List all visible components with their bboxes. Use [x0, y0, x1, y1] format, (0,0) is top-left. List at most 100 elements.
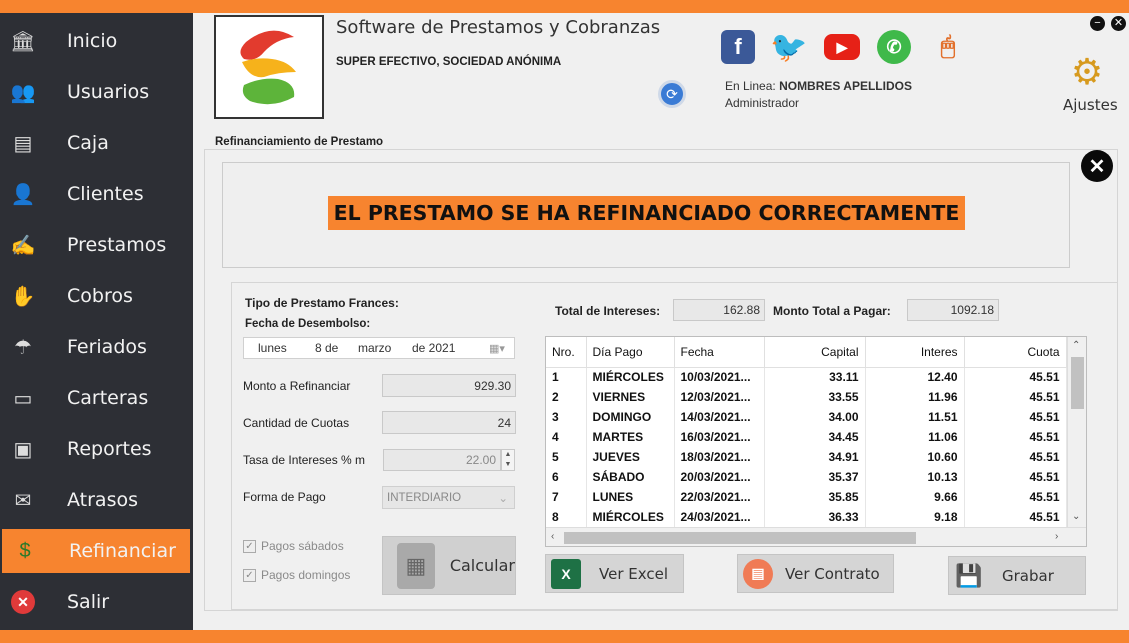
table-row[interactable]: 2 VIERNES 12/03/2021... 33.55 11.96 45.51: [546, 387, 1067, 407]
sidebar-item-cobros[interactable]: ✋ Cobros: [0, 274, 193, 318]
sidebar-item-label: Feriados: [67, 336, 147, 358]
clients-icon: 👤: [10, 183, 36, 206]
ver-contrato-button[interactable]: ▤ Ver Contrato: [737, 554, 894, 593]
mouse-icon[interactable]: 🖱: [926, 30, 970, 64]
table-cell: 45.51: [964, 387, 1067, 407]
table-cell: 45.51: [964, 407, 1067, 427]
table-cell: LUNES: [586, 487, 675, 507]
table-cell: VIERNES: [586, 387, 675, 407]
table-cell: 3: [546, 407, 587, 427]
table-row[interactable]: 4 MARTES 16/03/2021... 34.45 11.06 45.51: [546, 427, 1067, 447]
scroll-right-icon[interactable]: ›: [1055, 531, 1058, 542]
sidebar-item-clientes[interactable]: 👤 Clientes: [0, 172, 193, 216]
close-panel-button[interactable]: ✕: [1081, 150, 1113, 182]
close-window-button[interactable]: ✕: [1111, 16, 1126, 31]
table-cell: 11.96: [865, 387, 965, 407]
whatsapp-icon[interactable]: ✆: [877, 30, 911, 64]
schedule-table[interactable]: Nro. Día Pago Fecha Capital Interes Cuot…: [545, 336, 1087, 547]
twitter-icon[interactable]: 🐦: [770, 30, 807, 64]
table-cell: 4: [546, 427, 587, 447]
table-row[interactable]: 7 LUNES 22/03/2021... 35.85 9.66 45.51: [546, 487, 1067, 507]
table-cell: 45.51: [964, 487, 1067, 507]
vertical-scrollbar[interactable]: ⌃ ⌄: [1067, 337, 1086, 527]
sync-icon[interactable]: ⟳: [658, 80, 686, 108]
table-cell: 5: [546, 447, 587, 467]
grabar-label: Grabar: [1002, 566, 1054, 585]
total-intereses-field: 162.88: [673, 299, 765, 321]
column-header[interactable]: Capital: [764, 337, 866, 368]
scroll-down-icon[interactable]: ⌄: [1072, 511, 1080, 522]
table-cell: 35.85: [764, 487, 866, 507]
table-cell: 18/03/2021...: [674, 447, 765, 467]
tasa-stepper[interactable]: ▲ ▼: [501, 449, 515, 471]
table-cell: 7: [546, 487, 587, 507]
checkbox-box[interactable]: ✓: [243, 539, 256, 553]
tasa-field[interactable]: 22.00: [383, 449, 501, 471]
checkbox-box[interactable]: ✓: [243, 568, 256, 582]
table-header-row: Nro. Día Pago Fecha Capital Interes Cuot…: [546, 337, 1067, 368]
table-row[interactable]: 6 SÁBADO 20/03/2021... 35.37 10.13 45.51: [546, 467, 1067, 487]
sidebar-item-refinanciar[interactable]: $ Refinanciar: [2, 529, 190, 573]
table-cell: 45.51: [964, 507, 1067, 527]
date-picker[interactable]: lunes 8 de marzo de 2021 ▦▾: [243, 337, 515, 359]
youtube-icon[interactable]: ▶: [824, 34, 860, 60]
table-cell: 35.37: [764, 467, 866, 487]
horizontal-scrollbar[interactable]: ‹ ›: [546, 527, 1086, 546]
column-header[interactable]: Fecha: [674, 337, 765, 368]
sidebar-item-atrasos[interactable]: ✉ Atrasos: [0, 478, 193, 522]
sidebar-item-label: Refinanciar: [69, 540, 176, 562]
table-cell: 34.91: [764, 447, 866, 467]
sidebar-item-feriados[interactable]: ☂ Feriados: [0, 325, 193, 369]
bank-icon: 🏛: [10, 30, 36, 53]
sidebar-item-label: Clientes: [67, 183, 144, 205]
sidebar-item-caja[interactable]: ▤ Caja: [0, 121, 193, 165]
app-title: Software de Prestamos y Cobranzas: [336, 17, 661, 38]
table-row[interactable]: 3 DOMINGO 14/03/2021... 34.00 11.51 45.51: [546, 407, 1067, 427]
gear-icon[interactable]: ⚙: [1062, 50, 1112, 94]
monto-label: Monto a Refinanciar: [243, 379, 351, 393]
table-cell: 45.51: [964, 367, 1067, 387]
forma-pago-select[interactable]: INTERDIARIO ⌄: [382, 486, 515, 509]
table-cell: 12/03/2021...: [674, 387, 765, 407]
cuotas-label: Cantidad de Cuotas: [243, 416, 350, 430]
calcular-button[interactable]: ▦ Calcular: [382, 536, 516, 595]
column-header[interactable]: Nro.: [546, 337, 587, 368]
sidebar-item-inicio[interactable]: 🏛 Inicio: [0, 19, 193, 63]
scroll-thumb[interactable]: [1071, 357, 1084, 409]
sidebar-item-carteras[interactable]: ▭ Carteras: [0, 376, 193, 420]
grabar-button[interactable]: 💾 Grabar: [948, 556, 1086, 595]
sidebar-item-reportes[interactable]: ▣ Reportes: [0, 427, 193, 471]
table-cell: MIÉRCOLES: [586, 507, 675, 527]
report-icon: ▣: [13, 438, 33, 461]
scroll-thumb[interactable]: [564, 532, 916, 544]
sidebar-item-usuarios[interactable]: 👥 Usuarios: [0, 70, 193, 114]
sidebar-item-label: Caja: [67, 132, 109, 154]
calendar-icon[interactable]: ▦▾: [489, 342, 505, 355]
column-header[interactable]: Día Pago: [586, 337, 675, 368]
table-cell: 6: [546, 467, 587, 487]
monto-field[interactable]: 929.30: [382, 374, 516, 397]
date-day: 8 de: [315, 341, 339, 355]
table-row[interactable]: 5 JUEVES 18/03/2021... 34.91 10.60 45.51: [546, 447, 1067, 467]
sidebar-item-prestamos[interactable]: ✍ Prestamos: [0, 223, 193, 267]
table-cell: 45.51: [964, 447, 1067, 467]
scroll-left-icon[interactable]: ‹: [551, 531, 554, 542]
sabados-checkbox[interactable]: ✓ Pagos sábados: [243, 539, 344, 553]
column-header[interactable]: Cuota: [964, 337, 1067, 368]
ver-contrato-label: Ver Contrato: [785, 564, 880, 583]
sidebar-item-salir[interactable]: ✕ Salir: [0, 580, 193, 624]
sidebar-item-label: Carteras: [67, 387, 149, 409]
ver-excel-button[interactable]: X Ver Excel: [545, 554, 684, 593]
company-name: SUPER EFECTIVO, SOCIEDAD ANÓNIMA: [336, 56, 562, 68]
facebook-icon[interactable]: f: [721, 30, 755, 64]
table-cell: 10.60: [865, 447, 965, 467]
table-row[interactable]: 1 MIÉRCOLES 10/03/2021... 33.11 12.40 45.51: [546, 367, 1067, 387]
scroll-up-icon[interactable]: ⌃: [1072, 340, 1080, 351]
settings-label[interactable]: Ajustes: [1063, 96, 1118, 114]
table-row[interactable]: 8 MIÉRCOLES 24/03/2021... 36.33 9.18 45.51: [546, 507, 1067, 527]
minimize-button[interactable]: −: [1090, 16, 1105, 31]
cuotas-field[interactable]: 24: [382, 411, 516, 434]
sidebar: 🏛 Inicio 👥 Usuarios ▤ Caja 👤 Clientes ✍ …: [0, 13, 193, 630]
domingos-checkbox[interactable]: ✓ Pagos domingos: [243, 568, 350, 582]
column-header[interactable]: Interes: [865, 337, 965, 368]
